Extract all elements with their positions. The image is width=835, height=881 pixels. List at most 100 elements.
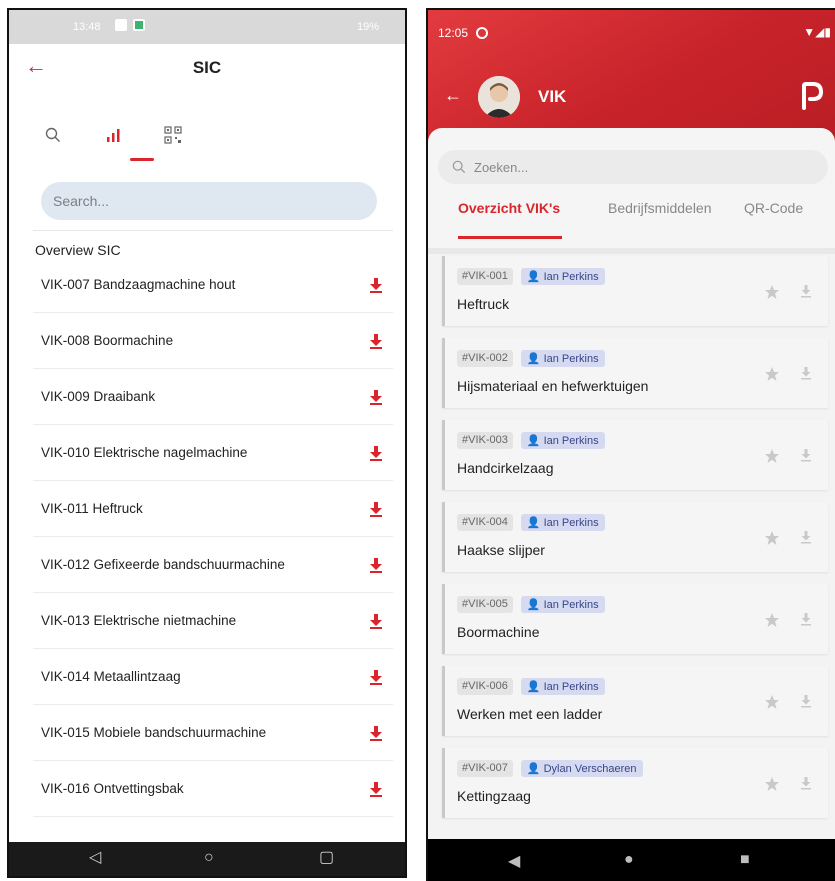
status-battery-text: 19% — [356, 21, 379, 33]
star-icon[interactable] — [764, 694, 780, 710]
list-item[interactable]: VIK-015 Mobiele bandschuurmachine — [33, 705, 393, 761]
tab-bedrijfsmiddelen[interactable]: Bedrijfsmiddelen — [608, 200, 712, 216]
user-badge: 👤 Ian Perkins — [520, 268, 605, 285]
star-icon[interactable] — [764, 776, 780, 792]
status-bar: 12:05 — [438, 26, 489, 40]
tab-bar: Overzicht VIK's Bedrijfsmiddelen QR-Code — [428, 200, 835, 248]
download-icon[interactable] — [369, 501, 383, 517]
list-item-label: VIK-013 Elektrische nietmachine — [41, 613, 237, 628]
list-item[interactable]: VIK-013 Elektrische nietmachine — [33, 593, 393, 649]
active-tab-indicator — [458, 236, 562, 239]
download-icon[interactable] — [800, 284, 812, 298]
user-badge-label: Ian Perkins — [543, 680, 599, 693]
download-icon[interactable] — [369, 333, 383, 349]
person-icon: 👤 — [526, 763, 541, 775]
list-item[interactable]: #VIK-003 👤 Ian Perkins Handcirkelzaag — [442, 420, 828, 490]
search-input[interactable] — [53, 193, 377, 209]
star-icon[interactable] — [764, 448, 780, 464]
list-item[interactable]: VIK-009 Draaibank — [33, 369, 393, 425]
back-arrow-icon[interactable]: ← — [444, 86, 462, 104]
list-item[interactable]: VIK-011 Heftruck — [33, 481, 393, 537]
list-item-label: VIK-012 Gefixeerde bandschuurmachine — [41, 557, 285, 572]
download-icon[interactable] — [369, 557, 383, 573]
avatar[interactable] — [478, 76, 520, 118]
person-icon: 👤 — [526, 599, 541, 611]
app-header: ← SIC — [9, 44, 405, 94]
user-badge: 👤 Ian Perkins — [520, 596, 605, 613]
list-item-label: VIK-007 Bandzaagmachine hout — [41, 277, 236, 292]
right-phone-screen: 12:05 ▼◢▮ ← VIK Overzicht VIK's Bedrijfs… — [426, 8, 835, 881]
user-badge: 👤 Dylan Verschaeren — [520, 760, 643, 777]
user-badge: 👤 Ian Perkins — [520, 678, 605, 695]
sic-list: VIK-007 Bandzaagmachine hout VIK-008 Boo… — [33, 257, 393, 817]
tab-qr-code[interactable]: QR-Code — [744, 200, 803, 216]
download-icon[interactable] — [800, 366, 812, 380]
status-icons — [115, 19, 145, 31]
download-icon[interactable] — [800, 612, 812, 626]
download-icon[interactable] — [800, 448, 812, 462]
nav-recents-icon[interactable]: ▢ — [319, 850, 334, 866]
list-item[interactable]: VIK-016 Ontvettingsbak — [33, 761, 393, 817]
qr-code-icon — [164, 126, 182, 144]
tab-overzicht[interactable]: Overzicht VIK's — [458, 200, 560, 216]
tab-search[interactable] — [39, 120, 67, 150]
list-item[interactable]: #VIK-002 👤 Ian Perkins Hijsmateriaal en he… — [442, 338, 828, 408]
search-input[interactable] — [474, 159, 774, 175]
list-item-title: Hijsmateriaal en hefwerktuigen — [457, 378, 649, 394]
download-icon[interactable] — [369, 669, 383, 685]
screenshot-root: 13:48 19% ← SIC Ove — [0, 0, 835, 881]
star-icon[interactable] — [764, 284, 780, 300]
download-icon[interactable] — [800, 694, 812, 708]
vik-code-badge: #VIK-003 — [457, 432, 513, 449]
search-field[interactable] — [438, 150, 828, 184]
nav-back-icon[interactable]: ◁ — [89, 850, 101, 866]
list-item[interactable]: #VIK-001 👤 Ian Perkins Heftruck — [442, 256, 828, 326]
vik-code-badge: #VIK-004 — [457, 514, 513, 531]
download-icon[interactable] — [800, 776, 812, 790]
user-badge-label: Ian Perkins — [543, 598, 599, 611]
star-icon[interactable] — [764, 612, 780, 628]
search-field[interactable] — [41, 182, 377, 220]
star-icon[interactable] — [764, 366, 780, 382]
nav-home-icon[interactable]: ○ — [204, 850, 214, 866]
nav-home-icon[interactable]: ● — [624, 851, 634, 869]
page-title: VIK — [538, 87, 567, 106]
list-item[interactable]: #VIK-005 👤 Ian Perkins Boormachine — [442, 584, 828, 654]
system-nav-bar: ◀ ● ■ — [428, 839, 835, 881]
download-icon[interactable] — [369, 725, 383, 741]
list-item-label: VIK-014 Metaallintzaag — [41, 669, 181, 684]
tab-overview[interactable] — [99, 120, 127, 150]
google-status-icon — [476, 27, 489, 39]
vik-code-badge: #VIK-007 — [457, 760, 513, 777]
list-item[interactable]: #VIK-006 👤 Ian Perkins Werken met een ladd… — [442, 666, 828, 736]
vik-list: #VIK-001 👤 Ian Perkins Heftruck #VIK-002 👤 I… — [442, 256, 828, 830]
status-time: 12:05 — [438, 26, 469, 40]
person-icon: 👤 — [526, 517, 541, 529]
user-badge-label: Ian Perkins — [543, 352, 599, 365]
download-icon[interactable] — [369, 781, 383, 797]
user-badge: 👤 Ian Perkins — [520, 432, 605, 449]
list-item[interactable]: VIK-010 Elektrische nagelmachine — [33, 425, 393, 481]
download-icon[interactable] — [369, 445, 383, 461]
download-icon[interactable] — [369, 613, 383, 629]
list-item[interactable]: VIK-007 Bandzaagmachine hout — [33, 257, 393, 313]
tab-qr[interactable] — [159, 120, 187, 150]
star-icon[interactable] — [764, 530, 780, 546]
list-item[interactable]: VIK-008 Boormachine — [33, 313, 393, 369]
user-badge-label: Ian Perkins — [543, 270, 599, 283]
list-item-label: VIK-011 Heftruck — [41, 501, 143, 516]
download-icon[interactable] — [800, 530, 812, 544]
list-item[interactable]: #VIK-004 👤 Ian Perkins Haakse slijper — [442, 502, 828, 572]
download-icon[interactable] — [369, 389, 383, 405]
person-icon: 👤 — [526, 353, 541, 365]
vik-code-badge: #VIK-006 — [457, 678, 513, 695]
list-item[interactable]: VIK-014 Metaallintzaag — [33, 649, 393, 705]
user-badge-label: Ian Perkins — [543, 516, 599, 529]
tab-bar — [39, 120, 189, 161]
list-item[interactable]: VIK-012 Gefixeerde bandschuurmachine — [33, 537, 393, 593]
avatar-image — [478, 76, 520, 118]
list-item[interactable]: #VIK-007 👤 Dylan Verschaeren Kettingzaag — [442, 748, 828, 818]
nav-recents-icon[interactable]: ■ — [740, 851, 750, 869]
nav-back-icon[interactable]: ◀ — [508, 851, 520, 871]
download-icon[interactable] — [369, 277, 383, 293]
